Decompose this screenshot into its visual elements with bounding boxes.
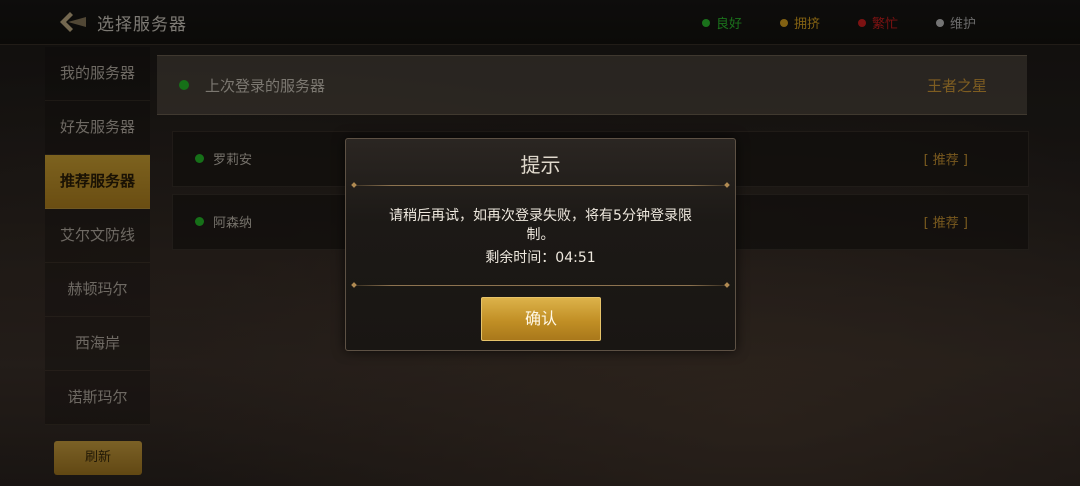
countdown-timer: 剩余时间：04:51: [485, 250, 596, 266]
confirm-button[interactable]: 确认: [481, 297, 601, 341]
dialog-title: 提示: [520, 153, 561, 177]
dialog-message: 请稍后再试，如再次登录失败，将有5分钟登录限制。: [389, 208, 692, 243]
divider: [351, 182, 730, 188]
divider: [351, 282, 730, 288]
alert-dialog: 提示 请稍后再试，如再次登录失败，将有5分钟登录限制。 剩余时间：04:51 确…: [345, 138, 736, 351]
